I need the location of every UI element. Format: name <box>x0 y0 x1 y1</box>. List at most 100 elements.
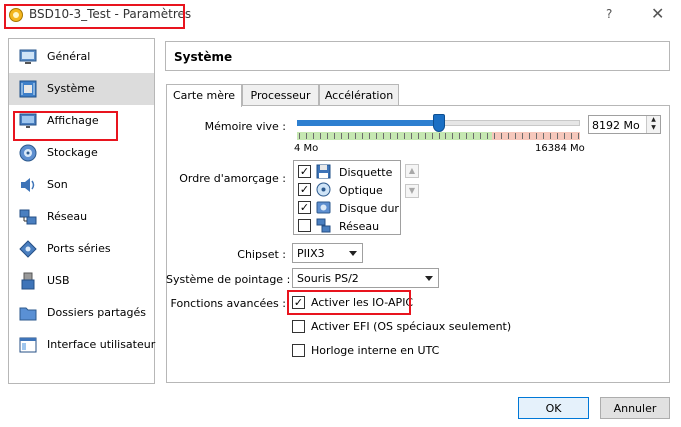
sidebar-item-shared-folders[interactable]: Dossiers partagés <box>9 297 154 329</box>
scale-tick <box>480 133 482 139</box>
sidebar-item-user-interface[interactable]: Interface utilisateur <box>9 329 156 361</box>
list-item[interactable]: ✓ Disquette <box>294 163 400 181</box>
memory-slider-fill <box>297 120 439 126</box>
memory-label: Mémoire vive : <box>204 120 286 133</box>
cancel-button[interactable]: Annuler <box>600 397 670 419</box>
scale-tick <box>403 133 405 139</box>
boot-item-label: Disque dur <box>339 202 399 215</box>
scale-tick <box>333 133 335 139</box>
title-highlight <box>4 4 185 29</box>
sidebar-item-general[interactable]: Général <box>9 41 154 73</box>
sidebar-item-label: Son <box>47 178 68 191</box>
floppy-icon <box>316 164 331 179</box>
tab-panel <box>166 105 670 383</box>
scale-tick <box>550 133 552 139</box>
memory-max-label: 16384 Mo <box>535 143 585 154</box>
boot-item-label: Disquette <box>339 166 393 179</box>
boot-order-list: ✓ Disquette ✓ Optique ✓ Disque dur Résea… <box>293 160 401 235</box>
scale-tick <box>494 133 496 139</box>
scale-tick <box>396 133 398 139</box>
tab-processor[interactable]: Processeur <box>242 84 319 106</box>
sidebar-item-network[interactable]: Réseau <box>9 201 154 233</box>
sidebar-item-label: Interface utilisateur <box>47 338 156 351</box>
hard-disk-icon <box>316 201 331 214</box>
sidebar-item-sound[interactable]: Son <box>9 169 154 201</box>
scale-tick <box>361 133 363 139</box>
chevron-down-icon <box>425 276 433 281</box>
scale-tick <box>529 133 531 139</box>
scale-tick <box>354 133 356 139</box>
scale-tick <box>410 133 412 139</box>
pointing-device-value: Souris PS/2 <box>297 272 359 285</box>
tab-motherboard[interactable]: Carte mère <box>166 84 242 107</box>
utc-clock-label: Horloge interne en UTC <box>311 344 440 357</box>
scale-tick <box>501 133 503 139</box>
pointing-device-select[interactable]: Souris PS/2 <box>292 268 439 288</box>
efi-checkbox[interactable] <box>292 320 305 333</box>
scale-tick <box>299 133 300 139</box>
network-icon <box>316 218 331 233</box>
move-down-button[interactable]: ▼ <box>405 184 419 198</box>
scale-tick <box>389 133 391 139</box>
boot-item-label: Optique <box>339 184 383 197</box>
chipset-select[interactable]: PIIX3 <box>292 243 363 263</box>
tab-acceleration[interactable]: Accélération <box>319 84 399 106</box>
advanced-features-label: Fonctions avancées : <box>170 297 286 310</box>
memory-slider-handle[interactable] <box>432 114 445 132</box>
list-item[interactable]: Réseau <box>294 217 400 235</box>
scale-tick <box>326 133 328 139</box>
optical-disc-icon <box>316 182 331 197</box>
scale-tick <box>578 133 579 139</box>
sidebar-item-usb[interactable]: USB <box>9 265 154 297</box>
scale-tick <box>417 133 419 139</box>
sidebar-item-system[interactable]: Système <box>9 73 154 105</box>
scale-tick <box>368 133 370 139</box>
memory-value: 8192 Mo <box>592 119 640 132</box>
chevron-down-icon <box>349 251 357 256</box>
active-item-highlight <box>13 111 118 141</box>
sidebar-item-label: Stockage <box>47 146 98 159</box>
boot-hard-disk-checkbox[interactable]: ✓ <box>298 201 311 214</box>
memory-spinbox[interactable]: 8192 Mo ▲ ▼ <box>588 115 661 134</box>
sidebar-item-label: Système <box>47 82 95 95</box>
usb-icon <box>21 272 35 290</box>
close-button[interactable]: ✕ <box>651 4 664 23</box>
scale-tick <box>487 133 489 139</box>
move-up-button[interactable]: ▲ <box>405 164 419 178</box>
scale-tick <box>564 133 566 139</box>
sidebar-item-serial-ports[interactable]: Ports séries <box>9 233 154 265</box>
scale-tick <box>557 133 559 139</box>
network-icon <box>19 209 37 225</box>
boot-network-checkbox[interactable] <box>298 219 311 232</box>
ok-button[interactable]: OK <box>518 397 589 419</box>
scale-tick <box>347 133 349 139</box>
pointing-device-label: Système de pointage : <box>166 273 291 286</box>
sidebar-item-label: Ports séries <box>47 242 111 255</box>
scale-tick <box>319 133 321 139</box>
section-header: Système <box>165 41 670 71</box>
memory-min-label: 4 Mo <box>294 143 319 154</box>
page-title: Système <box>174 50 233 64</box>
scale-tick <box>571 133 573 139</box>
sidebar-item-label: Dossiers partagés <box>47 306 147 319</box>
help-button[interactable]: ? <box>606 7 612 21</box>
sidebar-item-storage[interactable]: Stockage <box>9 137 154 169</box>
utc-clock-checkbox[interactable] <box>292 344 305 357</box>
scale-tick <box>466 133 468 139</box>
sidebar-item-label: Réseau <box>47 210 88 223</box>
disk-icon <box>19 144 37 162</box>
boot-item-label: Réseau <box>339 220 380 233</box>
chipset-value: PIIX3 <box>297 247 325 260</box>
scale-tick <box>515 133 517 139</box>
scale-tick <box>445 133 447 139</box>
scale-tick <box>459 133 461 139</box>
scale-tick <box>375 133 377 139</box>
boot-optical-checkbox[interactable]: ✓ <box>298 183 311 196</box>
scale-tick <box>473 133 475 139</box>
list-item[interactable]: ✓ Optique <box>294 181 400 199</box>
boot-floppy-checkbox[interactable]: ✓ <box>298 165 311 178</box>
ui-window-icon <box>19 337 37 353</box>
spin-arrows-icon[interactable]: ▲ ▼ <box>646 116 660 133</box>
list-item[interactable]: ✓ Disque dur <box>294 199 400 217</box>
scale-tick <box>452 133 454 139</box>
